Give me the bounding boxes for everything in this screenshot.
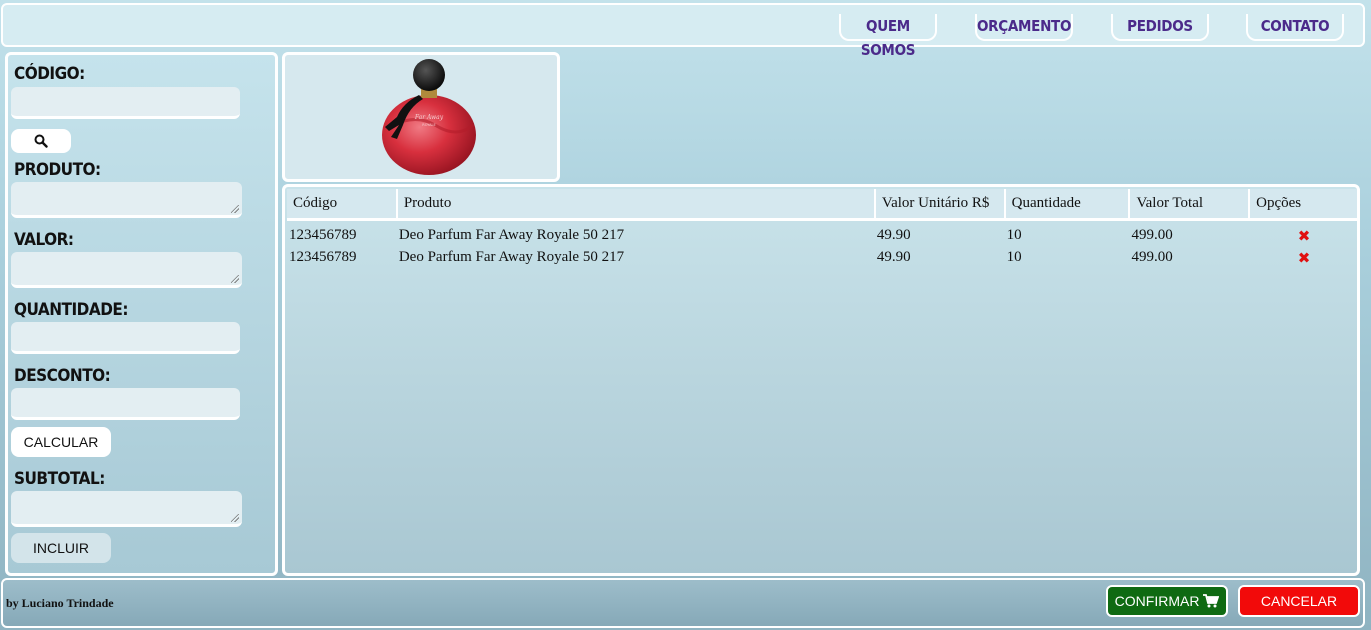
quantidade-input[interactable] bbox=[11, 322, 240, 354]
cell-codigo: 123456789 bbox=[289, 227, 357, 243]
confirmar-button[interactable]: CONFIRMAR bbox=[1106, 585, 1228, 617]
calcular-button[interactable]: CALCULAR bbox=[11, 427, 111, 457]
footer-bar: by Luciano Trindade CONFIRMAR CANCELAR bbox=[1, 578, 1365, 628]
nav-pedidos[interactable]: PEDIDOS bbox=[1111, 14, 1209, 41]
col-valor-total: Valor Total bbox=[1129, 189, 1251, 221]
author-credit: by Luciano Trindade bbox=[6, 596, 114, 610]
delete-icon[interactable]: ✖ bbox=[1249, 247, 1357, 269]
valor-textarea[interactable] bbox=[11, 252, 242, 288]
cell-quantidade: 10 bbox=[1006, 249, 1022, 265]
cell-valor: 49.90 bbox=[876, 227, 911, 243]
produto-label: PRODUTO: bbox=[14, 160, 101, 180]
cell-total: 499.00 bbox=[1131, 227, 1173, 243]
order-form: CÓDIGO: PRODUTO: VALOR: QUANTIDADE: DESC… bbox=[5, 52, 278, 576]
cell-quantidade: 10 bbox=[1006, 227, 1022, 243]
search-button[interactable] bbox=[11, 129, 71, 153]
cart-icon bbox=[1203, 594, 1220, 608]
col-valor-unitario: Valor Unitário R$ bbox=[874, 189, 1006, 221]
valor-label: VALOR: bbox=[14, 230, 74, 250]
product-image-panel: Far Away ROYALE bbox=[282, 52, 560, 182]
codigo-input[interactable] bbox=[11, 87, 240, 119]
desconto-label: DESCONTO: bbox=[14, 366, 111, 386]
col-produto: Produto bbox=[396, 189, 876, 221]
items-table-panel: Código Produto Valor Unitário R$ Quantid… bbox=[282, 184, 1360, 576]
table-row: 123456789 Deo Parfum Far Away Royale 50 … bbox=[287, 219, 1357, 247]
col-opcoes: Opções bbox=[1249, 189, 1357, 221]
cell-total: 499.00 bbox=[1131, 249, 1173, 265]
produto-textarea[interactable] bbox=[11, 182, 242, 218]
subtotal-label: SUBTOTAL: bbox=[14, 469, 105, 489]
search-icon bbox=[34, 134, 48, 148]
header-bar: QUEM SOMOS ORÇAMENTO PEDIDOS CONTATO bbox=[1, 3, 1365, 59]
nav-orcamento[interactable]: ORÇAMENTO bbox=[975, 14, 1073, 41]
codigo-label: CÓDIGO: bbox=[14, 64, 85, 84]
table-row: 123456789 Deo Parfum Far Away Royale 50 … bbox=[287, 247, 1357, 269]
quantidade-label: QUANTIDADE: bbox=[14, 300, 128, 320]
cell-valor: 49.90 bbox=[876, 249, 911, 265]
incluir-button[interactable]: INCLUIR bbox=[11, 533, 111, 563]
cancelar-button[interactable]: CANCELAR bbox=[1238, 585, 1360, 617]
delete-icon[interactable]: ✖ bbox=[1249, 219, 1357, 247]
desconto-input[interactable] bbox=[11, 388, 240, 420]
items-table: Código Produto Valor Unitário R$ Quantid… bbox=[287, 189, 1357, 269]
svg-text:ROYALE: ROYALE bbox=[422, 123, 435, 127]
svg-text:Far Away: Far Away bbox=[414, 114, 444, 121]
nav-contato[interactable]: CONTATO bbox=[1246, 14, 1344, 41]
cell-produto: Deo Parfum Far Away Royale 50 217 bbox=[398, 249, 625, 265]
table-header-row: Código Produto Valor Unitário R$ Quantid… bbox=[287, 189, 1357, 221]
confirmar-label: CONFIRMAR bbox=[1114, 593, 1200, 609]
nav-quem-somos[interactable]: QUEM SOMOS bbox=[839, 14, 937, 59]
col-quantidade: Quantidade bbox=[1004, 189, 1131, 221]
col-codigo: Código bbox=[287, 189, 398, 221]
subtotal-textarea[interactable] bbox=[11, 491, 242, 527]
cell-produto: Deo Parfum Far Away Royale 50 217 bbox=[398, 227, 625, 243]
cell-codigo: 123456789 bbox=[289, 249, 357, 265]
perfume-bottle-image: Far Away ROYALE bbox=[382, 59, 476, 175]
